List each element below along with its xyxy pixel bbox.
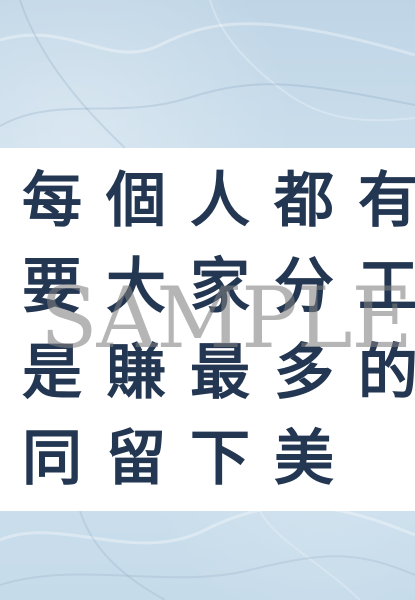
text-line-3: 是賺最多的 [22,338,415,408]
main-text-block: 每個人都有 要大家分工 是賺最多的 同留下美 [22,158,415,511]
text-line-4: 同留下美 [22,424,358,494]
text-line-2: 要大家分工 [22,252,415,322]
content-band: 每個人都有 要大家分工 是賺最多的 同留下美 [0,148,415,511]
text-line-1: 每個人都有 [22,166,415,236]
